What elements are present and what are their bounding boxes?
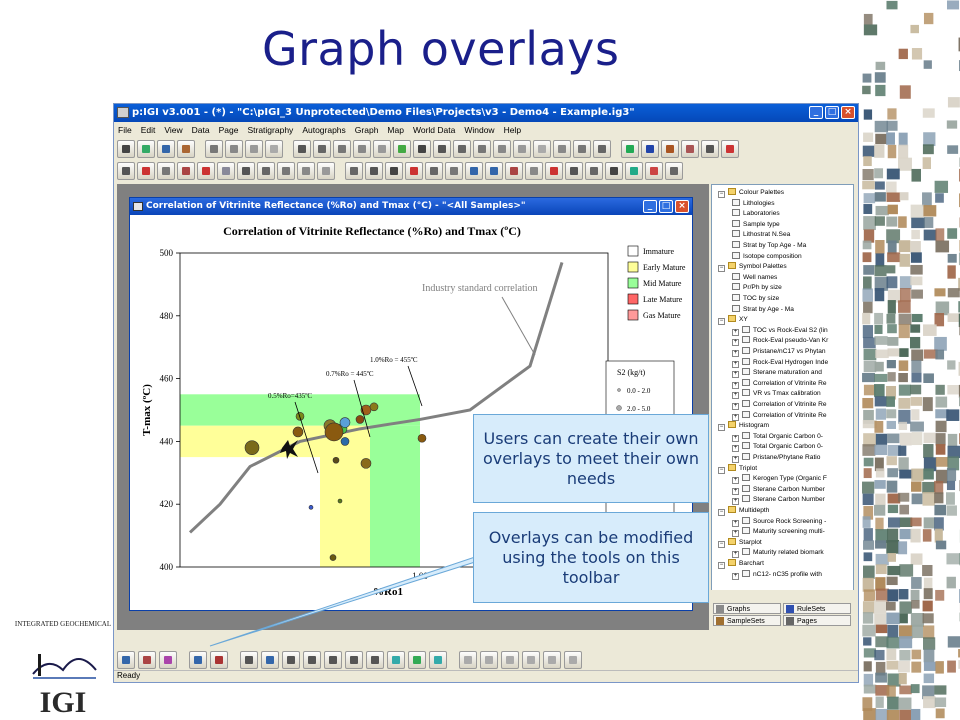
toolbar-callout-pointer [209,555,495,647]
overlays-callout-text: Users can create their own overlays to m… [483,428,699,488]
overlays-callout: Users can create their own overlays to m… [473,414,709,503]
toolbar-callout-text: Overlays can be modified using the tools… [488,527,694,587]
toolbar-callout: Overlays can be modified using the tools… [473,512,709,603]
callout-pointers [209,555,495,647]
